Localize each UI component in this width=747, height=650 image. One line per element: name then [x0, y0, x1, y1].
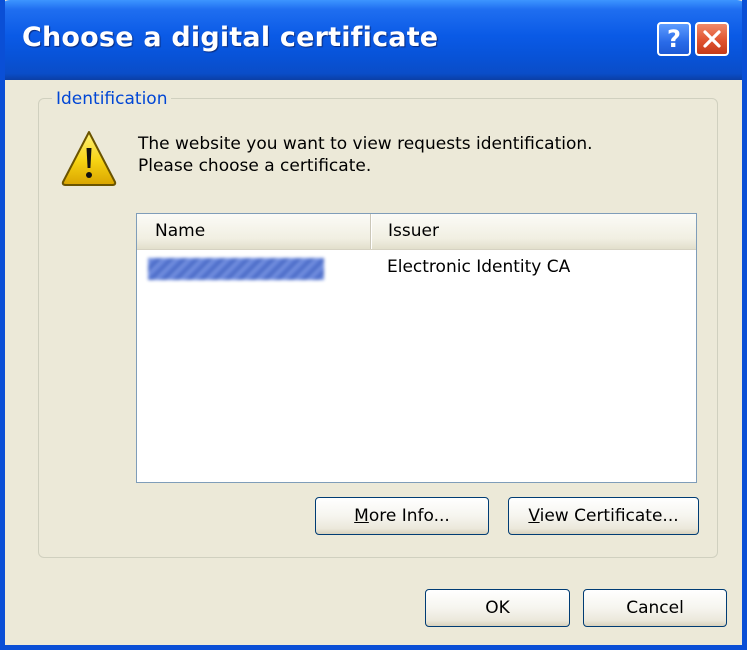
certificate-issuer: Electronic Identity CA: [387, 257, 571, 277]
column-header-name[interactable]: Name: [137, 214, 371, 249]
column-header-filler: [691, 214, 696, 249]
close-icon: [703, 30, 721, 48]
cancel-button[interactable]: Cancel: [583, 589, 727, 627]
close-button[interactable]: [695, 22, 729, 56]
list-header: Name Issuer: [137, 214, 696, 250]
message-line-2: Please choose a certificate.: [138, 156, 372, 176]
view-certificate-label: iew Certificate...: [539, 506, 679, 526]
title-bar[interactable]: Choose a digital certificate ?: [5, 0, 742, 80]
more-info-button[interactable]: More Info...: [315, 497, 489, 535]
more-info-label: ore Info...: [368, 506, 450, 526]
certificate-name-redacted: [148, 258, 324, 280]
help-icon: ?: [667, 25, 681, 53]
view-certificate-mnemonic: V: [528, 506, 540, 526]
warning-icon: [61, 131, 117, 186]
help-button[interactable]: ?: [657, 22, 691, 56]
certificate-row[interactable]: Electronic Identity CA: [137, 252, 696, 282]
window-title: Choose a digital certificate: [22, 22, 439, 53]
more-info-mnemonic: M: [354, 506, 369, 526]
view-certificate-button[interactable]: View Certificate...: [508, 497, 699, 535]
identification-group-label: Identification: [52, 88, 172, 110]
request-message: The website you want to view requests id…: [138, 133, 593, 177]
column-header-issuer[interactable]: Issuer: [371, 214, 691, 249]
ok-button[interactable]: OK: [425, 589, 570, 627]
certificate-dialog: Choose a digital certificate ? Identific…: [0, 0, 747, 650]
message-line-1: The website you want to view requests id…: [138, 134, 593, 154]
certificate-list[interactable]: Name Issuer Electronic Identity CA: [136, 213, 697, 483]
